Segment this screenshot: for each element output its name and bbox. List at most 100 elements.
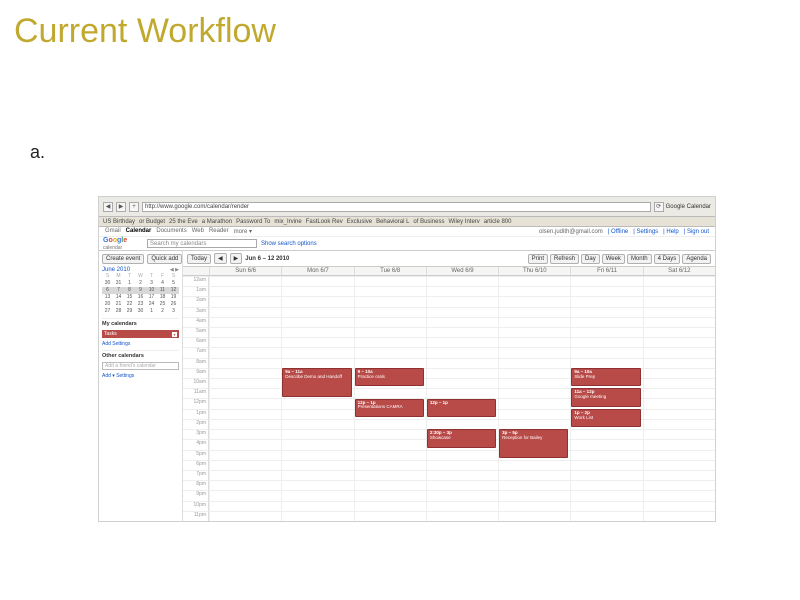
mini-cal-dow: W [135,273,146,280]
mini-cal-day[interactable]: 11 [157,287,168,294]
mini-cal-day[interactable]: 3 [168,308,179,315]
mini-cal-day[interactable]: 28 [113,308,124,315]
mini-cal-day[interactable]: 1 [124,280,135,287]
calendar-event[interactable]: 11a – 12pGoogle meeting [571,388,640,406]
view-day-button[interactable]: Day [581,254,600,264]
mini-cal-day[interactable]: 19 [168,294,179,301]
add-friend-calendar-input[interactable]: Add a friend's calendar [102,362,179,370]
gbar-link[interactable]: Reader [209,228,229,235]
mini-cal-day[interactable]: 20 [102,301,113,308]
app-topbar: Google calendar Search my calendars Show… [99,237,715,251]
sidebar-link[interactable]: Settings [112,341,130,347]
calendar-tag[interactable]: Tasks▾ [102,330,179,338]
bookmark-item[interactable]: US Birthday [103,219,135,225]
bookmark-item[interactable]: mix_Irvine [274,219,301,225]
mini-cal-day[interactable]: 27 [102,308,113,315]
calendar-event[interactable]: 9a – 11aDescribe Demo and Handoff [282,368,351,397]
mini-cal-dow: T [146,273,157,280]
mini-cal-day[interactable]: 16 [135,294,146,301]
sidebar-link[interactable]: Add ▾ [102,373,116,379]
bookmark-item[interactable]: FastLook Rev [306,219,343,225]
mini-cal-day[interactable]: 18 [157,294,168,301]
mini-cal-day[interactable]: 7 [113,287,124,294]
next-week-button[interactable]: ▶ [230,253,243,264]
gbar-link[interactable]: Web [192,228,204,235]
add-button[interactable]: + [129,202,139,212]
forward-button[interactable]: ▶ [116,202,126,212]
address-bar[interactable]: http://www.google.com/calendar/render [142,202,651,212]
search-input[interactable]: Search my calendars [147,239,257,248]
gbar-link[interactable]: Calendar [126,228,152,235]
gbar-link[interactable]: Documents [156,228,186,235]
mini-cal-day[interactable]: 5 [168,280,179,287]
day-header: Sat 6/12 [643,267,715,275]
calendar-event[interactable]: 9 – 10aPractice orals [355,368,424,386]
mini-cal-day[interactable]: 30 [102,280,113,287]
mini-cal-day[interactable]: 10 [146,287,157,294]
mini-calendar[interactable]: June 2010 ◀ ▶ SMTWTFS3031123456789101112… [102,267,179,315]
calendar-event[interactable]: 9a – 10aSlide Prep [571,368,640,386]
mini-cal-day[interactable]: 2 [135,280,146,287]
prev-week-button[interactable]: ◀ [214,253,227,264]
mini-cal-day[interactable]: 15 [124,294,135,301]
mini-cal-day[interactable]: 25 [157,301,168,308]
bookmark-item[interactable]: Behavioral L [376,219,409,225]
sidebar-link[interactable]: Settings [116,373,134,379]
today-button[interactable]: Today [187,254,211,264]
gbar-link[interactable]: Gmail [105,228,121,235]
bookmark-item[interactable]: or Budget [139,219,165,225]
view-4days-button[interactable]: 4 Days [654,254,681,264]
back-button[interactable]: ◀ [103,202,113,212]
reload-button[interactable]: ⟳ [654,202,664,212]
mini-cal-day[interactable]: 17 [146,294,157,301]
bookmark-item[interactable]: article 800 [484,219,512,225]
mini-cal-day[interactable]: 31 [113,280,124,287]
mini-cal-day[interactable]: 1 [146,308,157,315]
mini-cal-day[interactable]: 29 [124,308,135,315]
calendar-event[interactable]: 12p – 1p [427,399,496,417]
search-options-link[interactable]: Show search options [261,241,317,247]
calendar-event[interactable]: 12p – 1pPresentations CAMRA [355,399,424,417]
mini-cal-day[interactable]: 8 [124,287,135,294]
mini-cal-day[interactable]: 2 [157,308,168,315]
sidebar: Create event Quick add June 2010 ◀ ▶ SMT… [99,251,183,521]
calendar-event[interactable]: 2:30p – 3pShowcase [427,429,496,447]
gbar-link[interactable]: more ▾ [234,228,252,235]
mini-cal-day[interactable]: 22 [124,301,135,308]
quick-add-button[interactable]: Quick add [147,254,182,264]
view-agenda-button[interactable]: Agenda [682,254,711,264]
refresh-button[interactable]: Refresh [550,254,579,264]
view-month-button[interactable]: Month [627,254,652,264]
create-event-button[interactable]: Create event [102,254,144,264]
calendar-event[interactable]: 1p – 2pWork List [571,409,640,427]
account-link[interactable]: | Help [663,229,679,235]
mini-cal-day[interactable]: 9 [135,287,146,294]
account-link[interactable]: | Offline [608,229,628,235]
date-range-label: Jun 6 – 12 2010 [245,256,289,262]
day-header: Sun 6/6 [209,267,281,275]
bookmark-item[interactable]: Password To [236,219,270,225]
calendar-event[interactable]: 3p – 5pReception for Bailey [499,429,568,458]
bookmark-item[interactable]: of Business [413,219,444,225]
mini-cal-day[interactable]: 14 [113,294,124,301]
bookmark-item[interactable]: a Marathon [202,219,232,225]
print-button[interactable]: Print [528,254,548,264]
account-link[interactable]: | Sign out [684,229,709,235]
mini-cal-day[interactable]: 13 [102,294,113,301]
mini-cal-day[interactable]: 12 [168,287,179,294]
account-link[interactable]: | Settings [633,229,658,235]
mini-cal-day[interactable]: 6 [102,287,113,294]
other-calendars-heading: Other calendars [102,350,179,359]
bookmark-item[interactable]: 25 the Eve [169,219,198,225]
mini-cal-day[interactable]: 4 [157,280,168,287]
sidebar-link[interactable]: Add [102,341,112,347]
bookmark-item[interactable]: Wiley Interv [448,219,479,225]
view-week-button[interactable]: Week [602,254,625,264]
mini-cal-day[interactable]: 30 [135,308,146,315]
mini-cal-day[interactable]: 26 [168,301,179,308]
mini-cal-day[interactable]: 23 [135,301,146,308]
mini-cal-day[interactable]: 3 [146,280,157,287]
mini-cal-day[interactable]: 24 [146,301,157,308]
bookmark-item[interactable]: Exclusive [347,219,372,225]
mini-cal-day[interactable]: 21 [113,301,124,308]
